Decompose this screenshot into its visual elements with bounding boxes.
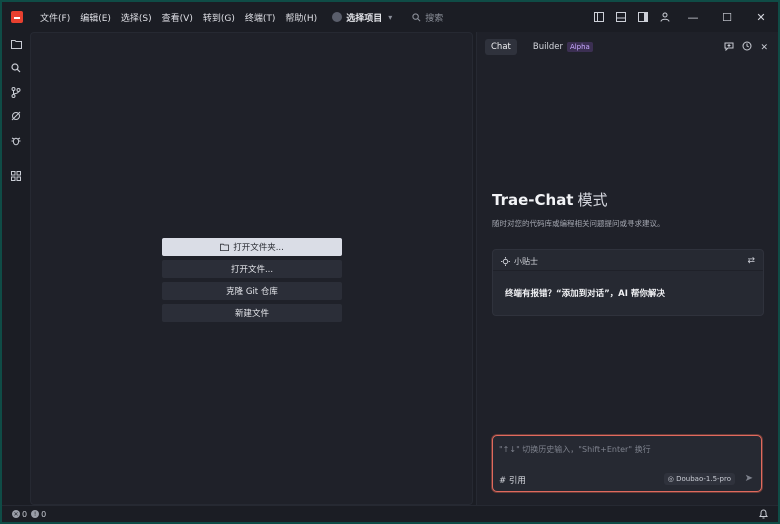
chat-toolbar: ✕ [724,41,768,54]
new-file-label: 新建文件 [234,309,269,319]
chat-tabs: Chat Builder Alpha [485,39,599,55]
open-file-label: 打开文件... [230,265,274,275]
toggle-secondary-sidebar-icon[interactable] [632,12,654,22]
chat-input[interactable]: "↑↓" 切换历史输入，"Shift+Enter" 换行 # 引用 ◎ Doub… [492,435,762,492]
clone-git-button[interactable]: 克隆 Git 仓库 [162,282,342,300]
tab-builder[interactable]: Builder Alpha [527,39,599,55]
project-icon [332,12,343,22]
send-icon[interactable]: ➤ [745,473,753,484]
app-window: 文件(F) 编辑(E) 选择(S) 查看(V) 转到(G) 终端(T) 帮助(H… [2,2,778,522]
source-control-icon[interactable] [2,80,30,104]
menu-selection[interactable]: 选择(S) [116,11,157,24]
tip-header: 小贴士 [501,256,538,267]
tip-divider [493,270,763,271]
menu-edit[interactable]: 编辑(E) [75,11,116,24]
chat-title: Trae-Chat 模式 [492,189,608,210]
toggle-sidebar-icon[interactable] [588,12,610,22]
chevron-down-icon: ▾ [388,12,393,22]
project-selector[interactable]: 选择项目 ▾ [332,11,392,24]
warning-count: 0 [41,509,47,519]
status-bar: ✕ 0 ! 0 [2,505,778,522]
chat-subtitle: 随时对您的代码库或编程相关问题提问或寻求建议。 [492,219,665,228]
tip-header-label: 小贴士 [514,257,538,266]
remote-icon[interactable] [2,104,30,128]
explorer-icon[interactable] [2,32,30,56]
model-selector[interactable]: ◎ Doubao-1.5-pro [663,473,735,485]
chat-title-name: Trae-Chat [492,191,574,209]
model-label: Doubao-1.5-pro [676,475,731,483]
bell-icon[interactable] [759,509,768,521]
tab-chat[interactable]: Chat [485,39,517,55]
tab-builder-label: Builder [532,42,563,52]
minimize-button[interactable]: — [676,2,710,32]
chat-panel: Chat Builder Alpha ✕ Trae-Chat 模式 随时对您的代码库… [476,32,778,505]
new-file-button[interactable]: 新建文件 [162,304,342,322]
search-icon [412,12,421,21]
extensions-icon[interactable] [2,164,30,188]
open-folder-label: 打开文件夹... [233,243,284,253]
shuffle-icon[interactable]: ⇄ [747,256,755,266]
activity-bar [2,32,30,505]
menu-bar: 文件(F) 编辑(E) 选择(S) 查看(V) 转到(G) 终端(T) 帮助(H… [35,11,322,24]
menu-goto[interactable]: 转到(G) [198,11,240,24]
menu-file[interactable]: 文件(F) [35,11,75,24]
error-count: 0 [22,509,28,519]
search-box[interactable]: 搜索 [412,11,443,24]
project-label: 选择项目 [346,13,383,24]
new-chat-icon[interactable] [724,41,734,54]
toggle-panel-icon[interactable] [610,12,632,22]
tip-card: 小贴士 ⇄ 终端有报错？“添加到对话”，AI 帮你解决 [492,249,764,316]
maximize-button[interactable]: ☐ [710,2,744,32]
menu-terminal[interactable]: 终端(T) [240,11,281,24]
warning-icon: ! [31,510,40,518]
problems-indicator[interactable]: ✕ 0 ! 0 [12,510,46,519]
app-logo-icon [11,11,23,23]
tip-body: 终端有报错？“添加到对话”，AI 帮你解决 [505,289,665,299]
folder-icon [220,243,230,251]
model-icon: ◎ [667,475,674,483]
close-icon[interactable]: ✕ [760,43,768,53]
open-file-button[interactable]: 打开文件... [162,260,342,278]
reference-button[interactable]: # 引用 [499,474,526,486]
history-icon[interactable] [742,41,752,54]
search-label: 搜索 [425,13,444,24]
menu-help[interactable]: 帮助(H) [280,11,322,24]
account-icon[interactable] [654,12,676,22]
close-button[interactable]: ✕ [744,2,778,32]
alpha-badge: Alpha [566,42,593,52]
open-folder-button[interactable]: 打开文件夹... [162,238,342,256]
chat-title-mode: 模式 [577,191,608,209]
editor-area: 打开文件夹... 打开文件... 克隆 Git 仓库 新建文件 [30,32,473,505]
title-bar: 文件(F) 编辑(E) 选择(S) 查看(V) 转到(G) 终端(T) 帮助(H… [2,2,778,32]
debug-icon[interactable] [2,128,30,152]
search-icon[interactable] [2,56,30,80]
chat-input-placeholder: "↑↓" 切换历史输入，"Shift+Enter" 换行 [499,445,651,454]
lightbulb-icon [501,257,510,266]
clone-git-label: 克隆 Git 仓库 [226,287,278,297]
menu-view[interactable]: 查看(V) [157,11,198,24]
error-icon: ✕ [12,510,20,518]
